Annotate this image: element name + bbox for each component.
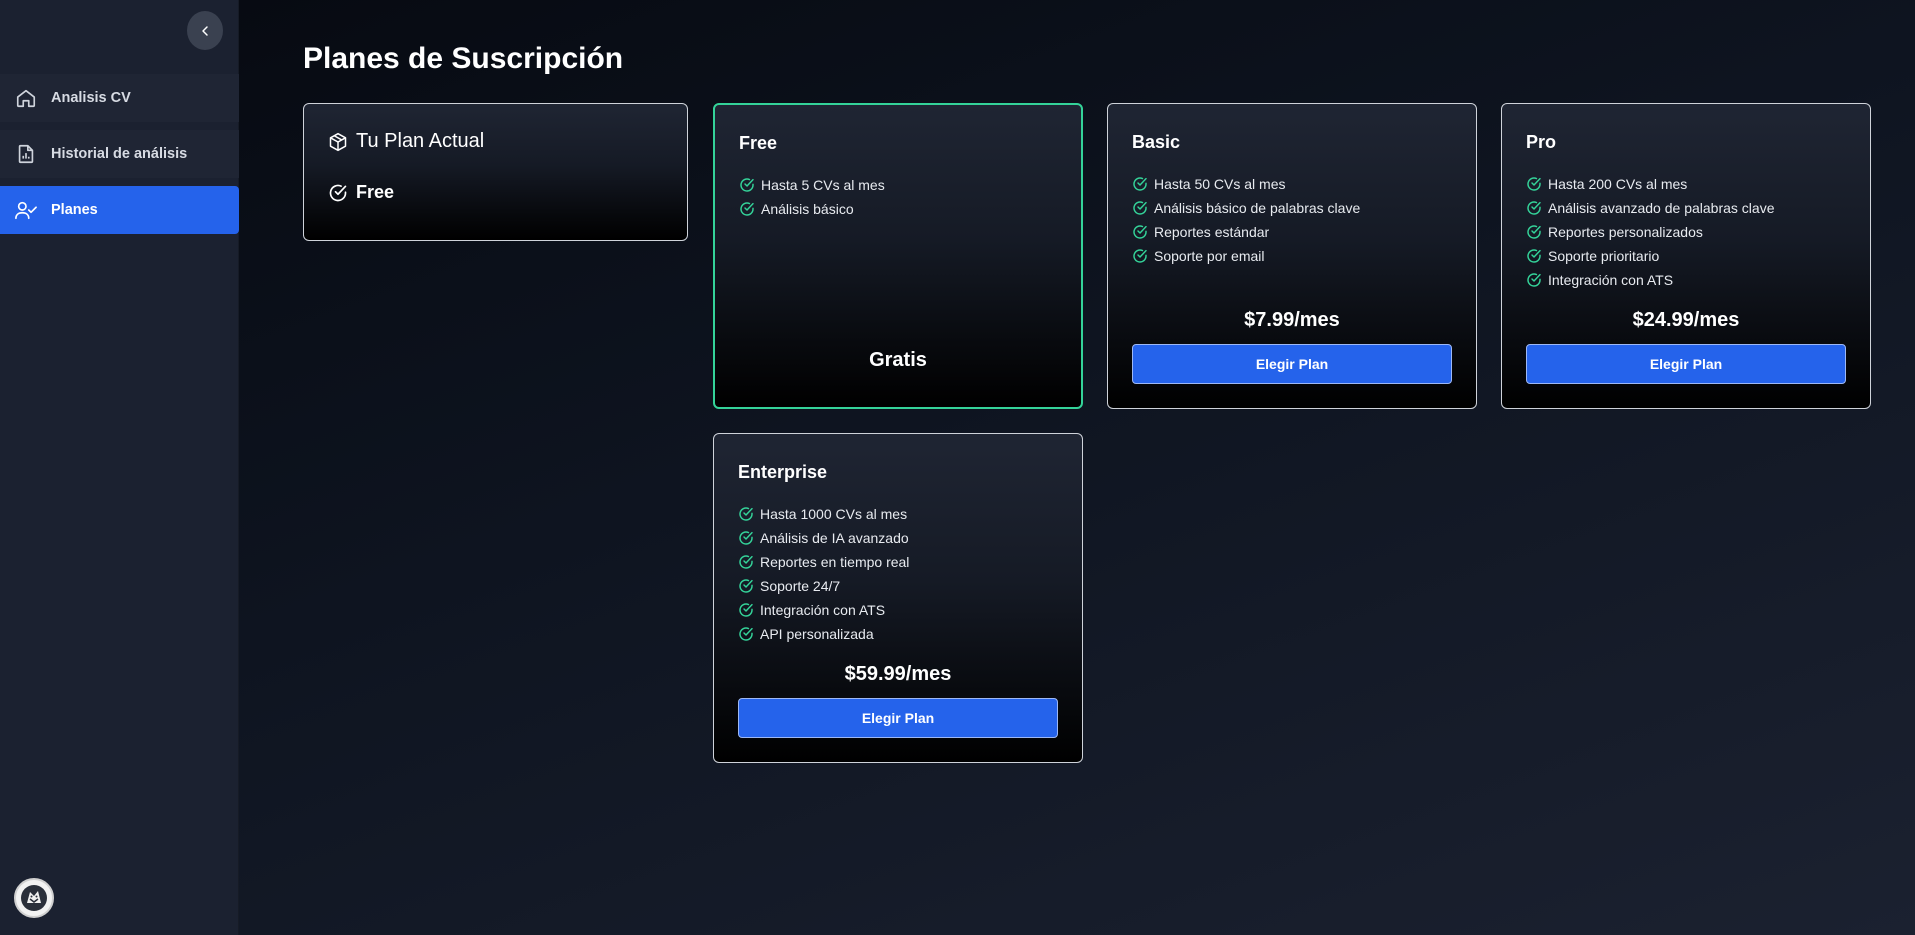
feature-list: Hasta 50 CVs al mes Análisis básico de p… — [1132, 172, 1360, 268]
check-circle-icon — [739, 201, 755, 217]
plan-name: Basic — [1132, 132, 1181, 152]
sidebar: Analisis CV Historial de análisis Planes — [0, 0, 239, 935]
check-circle-icon — [1526, 224, 1542, 240]
check-circle-icon — [1132, 200, 1148, 216]
check-circle-icon — [1526, 200, 1542, 216]
package-icon — [329, 132, 347, 151]
plan-card-pro: Pro Hasta 200 CVs al mes Análisis avanza… — [1501, 103, 1871, 409]
current-plan-heading: Tu Plan Actual — [356, 130, 485, 152]
check-circle-icon — [1132, 248, 1148, 264]
feature-item: Integración con ATS — [1526, 268, 1774, 292]
sidebar-item-label: Analisis CV — [51, 90, 131, 106]
current-plan-heading-row: Tu Plan Actual — [328, 130, 484, 153]
feature-item: Reportes estándar — [1132, 220, 1360, 244]
feature-item: Hasta 50 CVs al mes — [1132, 172, 1360, 196]
sidebar-item-label: Historial de análisis — [51, 146, 188, 162]
tiger-logo-icon — [21, 885, 47, 911]
file-chart-icon — [14, 142, 38, 166]
avatar[interactable] — [14, 878, 54, 918]
feature-item: Integración con ATS — [738, 598, 909, 622]
check-circle-icon — [1526, 176, 1542, 192]
plan-card-free: Free Hasta 5 CVs al mes Análisis básico … — [713, 103, 1083, 409]
feature-item: API personalizada — [738, 622, 909, 646]
page-title: Planes de Suscripción — [303, 42, 624, 75]
feature-item: Análisis básico — [739, 197, 885, 221]
feature-item: Hasta 5 CVs al mes — [739, 173, 885, 197]
collapse-sidebar-button[interactable] — [187, 11, 223, 50]
sidebar-item-historial[interactable]: Historial de análisis — [0, 130, 239, 178]
plan-name: Pro — [1526, 132, 1557, 152]
feature-item: Análisis avanzado de palabras clave — [1526, 196, 1774, 220]
current-plan-value-row: Free — [328, 182, 394, 203]
plan-price: $7.99/mes — [1244, 309, 1340, 331]
home-icon — [14, 86, 38, 110]
check-circle-icon — [739, 177, 755, 193]
feature-item: Hasta 1000 CVs al mes — [738, 502, 909, 526]
feature-list: Hasta 1000 CVs al mes Análisis de IA ava… — [738, 502, 909, 646]
plan-price: $24.99/mes — [1632, 309, 1740, 331]
feature-item: Análisis básico de palabras clave — [1132, 196, 1360, 220]
feature-item: Soporte por email — [1132, 244, 1360, 268]
check-circle-icon — [329, 184, 347, 201]
sidebar-item-analisis-cv[interactable]: Analisis CV — [0, 74, 239, 122]
feature-list: Hasta 200 CVs al mes Análisis avanzado d… — [1526, 172, 1774, 292]
sidebar-item-planes[interactable]: Planes — [0, 186, 239, 234]
sidebar-item-label: Planes — [51, 202, 98, 218]
feature-item: Soporte 24/7 — [738, 574, 909, 598]
feature-list: Hasta 5 CVs al mes Análisis básico — [739, 173, 885, 221]
feature-item: Reportes personalizados — [1526, 220, 1774, 244]
check-circle-icon — [1132, 224, 1148, 240]
feature-item: Hasta 200 CVs al mes — [1526, 172, 1774, 196]
plan-price: $59.99/mes — [844, 663, 952, 685]
plan-name: Enterprise — [738, 462, 828, 482]
plan-card-enterprise: Enterprise Hasta 1000 CVs al mes Análisi… — [713, 433, 1083, 763]
plan-card-basic: Basic Hasta 50 CVs al mes Análisis básic… — [1107, 103, 1477, 409]
choose-plan-button-enterprise[interactable]: Elegir Plan — [738, 698, 1058, 738]
check-circle-icon — [738, 602, 754, 618]
chevron-left-icon — [202, 25, 208, 36]
plan-name: Free — [739, 133, 778, 153]
choose-plan-button-pro[interactable]: Elegir Plan — [1526, 344, 1846, 384]
check-circle-icon — [738, 506, 754, 522]
choose-plan-button-basic[interactable]: Elegir Plan — [1132, 344, 1452, 384]
feature-item: Análisis de IA avanzado — [738, 526, 909, 550]
check-circle-icon — [738, 626, 754, 642]
user-check-icon — [14, 198, 38, 222]
check-circle-icon — [1526, 248, 1542, 264]
sidebar-nav: Analisis CV Historial de análisis Planes — [0, 74, 239, 242]
check-circle-icon — [738, 554, 754, 570]
check-circle-icon — [738, 530, 754, 546]
feature-item: Soporte prioritario — [1526, 244, 1774, 268]
plan-price: Gratis — [869, 349, 927, 371]
check-circle-icon — [1526, 272, 1542, 288]
check-circle-icon — [1132, 176, 1148, 192]
check-circle-icon — [738, 578, 754, 594]
current-plan-card: Tu Plan Actual Free — [303, 103, 688, 241]
feature-item: Reportes en tiempo real — [738, 550, 909, 574]
current-plan-value: Free — [356, 182, 395, 202]
